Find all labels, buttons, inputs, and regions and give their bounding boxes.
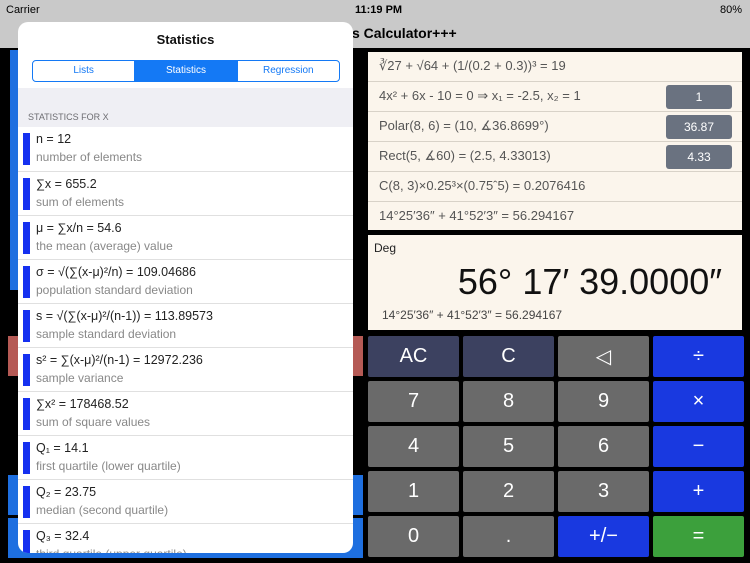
history-expression: C(8, 3)×0.25³×(0.75ˆ5) = 0.2076416	[379, 178, 586, 193]
key-button[interactable]: 8	[463, 381, 554, 422]
row-marker	[23, 133, 30, 165]
stat-description: sum of elements	[36, 195, 125, 209]
list-item[interactable]: Q₂ = 23.75 median (second quartile)	[18, 479, 353, 523]
stat-value: Q₂ = 23.75	[36, 485, 97, 499]
stat-description: number of elements	[36, 150, 143, 164]
list-item[interactable]: ∑x² = 178468.52 sum of square values	[18, 391, 353, 435]
stats-list[interactable]: n = 12 number of elements ∑x = 655.2 sum of…	[18, 127, 353, 553]
row-marker	[23, 222, 30, 254]
section-title: STATISTICS FOR X	[28, 112, 109, 122]
row-marker	[23, 530, 30, 553]
insert-result-button[interactable]: 1	[666, 85, 732, 109]
key-button[interactable]: 7	[368, 381, 459, 422]
stat-value: s² = ∑(x-μ)²/(n-1) = 12972.236	[36, 353, 203, 367]
history-row[interactable]: 14°25′36″ + 41°52′3″ = 56.294167	[368, 202, 742, 232]
list-item[interactable]: s = √(∑(x-μ)²/(n-1)) = 113.89573 sample s…	[18, 303, 353, 347]
tab-lists[interactable]: Lists	[33, 61, 136, 81]
key-button[interactable]: 2	[463, 471, 554, 512]
history-row[interactable]: C(8, 3)×0.25³×(0.75ˆ5) = 0.2076416	[368, 172, 742, 202]
key-button[interactable]: C	[463, 336, 554, 377]
list-item[interactable]: σ = √(∑(x-μ)²/n) = 109.04686 population s…	[18, 259, 353, 303]
key-button[interactable]: ÷	[653, 336, 744, 377]
key-button[interactable]: 0	[368, 516, 459, 557]
list-item[interactable]: ∑x = 655.2 sum of elements	[18, 171, 353, 215]
app-title: s Calculator+++	[352, 25, 457, 41]
row-marker	[23, 310, 30, 342]
stat-value: ∑x² = 178468.52	[36, 397, 129, 411]
angle-mode[interactable]: Deg	[374, 241, 396, 255]
key-button[interactable]: 3	[558, 471, 649, 512]
key-button[interactable]: +/−	[558, 516, 649, 557]
key-button[interactable]: 9	[558, 381, 649, 422]
key-button[interactable]: 5	[463, 426, 554, 467]
key-button[interactable]: ×	[653, 381, 744, 422]
history-expression: Rect(5, ∡60) = (2.5, 4.33013)	[379, 148, 551, 163]
stat-description: third quartile (upper quartile)	[36, 547, 187, 553]
result-value: 56° 17′ 39.0000″	[457, 261, 722, 302]
list-item[interactable]: s² = ∑(x-μ)²/(n-1) = 12972.236 sample var…	[18, 347, 353, 391]
stat-description: sample standard deviation	[36, 327, 177, 341]
stat-description: population standard deviation	[36, 283, 193, 297]
expression: 14°25′36″ + 41°52′3″ = 56.294167	[382, 308, 563, 322]
row-marker	[23, 266, 30, 298]
tab-statistics[interactable]: Statistics	[135, 61, 238, 81]
stat-description: sum of square values	[36, 415, 151, 429]
display: Deg 56° 17′ 39.0000″ 14°25′36″ + 41°52′3…	[368, 235, 742, 330]
key-button[interactable]: 1	[368, 471, 459, 512]
stat-value: ∑x = 655.2	[36, 177, 97, 191]
insert-result-button[interactable]: 4.33	[666, 145, 732, 169]
key-button[interactable]: 4	[368, 426, 459, 467]
key-button[interactable]: AC	[368, 336, 459, 377]
insert-result-button[interactable]: 36.87	[666, 115, 732, 139]
tab-regression[interactable]: Regression	[238, 61, 339, 81]
stat-value: n = 12	[36, 132, 72, 146]
stat-value: μ = ∑x/n = 54.6	[36, 221, 122, 235]
history-row[interactable]: Rect(5, ∡60) = (2.5, 4.33013) 4.33	[368, 142, 742, 172]
status-bar: Carrier 11:19 PM 80%	[0, 0, 750, 20]
stat-description: median (second quartile)	[36, 503, 169, 517]
stat-value: Q₃ = 32.4	[36, 529, 90, 543]
list-item[interactable]: n = 12 number of elements	[18, 127, 353, 171]
key-button[interactable]: .	[463, 516, 554, 557]
row-marker	[23, 442, 30, 474]
list-item[interactable]: μ = ∑x/n = 54.6 the mean (average) value	[18, 215, 353, 259]
stat-description: sample variance	[36, 371, 124, 385]
history-panel: ∛27 + √64 + (1/(0.2 + 0.3))³ = 19 4x² + 6…	[368, 52, 742, 230]
carrier: Carrier	[6, 4, 40, 16]
stat-value: σ = √(∑(x-μ)²/n) = 109.04686	[36, 265, 196, 279]
history-row[interactable]: ∛27 + √64 + (1/(0.2 + 0.3))³ = 19	[368, 52, 742, 82]
clock: 11:19 PM	[355, 4, 403, 16]
history-row[interactable]: Polar(8, 6) = (10, ∡36.8699°) 36.87	[368, 112, 742, 142]
list-item[interactable]: Q₁ = 14.1 first quartile (lower quartile)	[18, 435, 353, 479]
segmented-control: Lists Statistics Regression	[32, 60, 340, 82]
section-header: STATISTICS FOR X	[18, 88, 353, 127]
key-button[interactable]: +	[653, 471, 744, 512]
row-marker	[23, 354, 30, 386]
keypad: AC C ◁ ÷ 7 8 9 × 4 5 6− 1 2 3 +0. +/− =	[368, 336, 744, 557]
statistics-popover: Statistics Lists Statistics Regression STA…	[18, 22, 353, 553]
key-button[interactable]: ◁	[558, 336, 649, 377]
history-expression: 14°25′36″ + 41°52′3″ = 56.294167	[379, 208, 575, 223]
history-expression: Polar(8, 6) = (10, ∡36.8699°)	[379, 118, 549, 133]
stat-description: first quartile (lower quartile)	[36, 459, 181, 473]
history-expression: ∛27 + √64 + (1/(0.2 + 0.3))³ = 19	[379, 58, 566, 73]
stat-description: the mean (average) value	[36, 239, 173, 253]
battery: 80%	[719, 4, 742, 16]
key-button[interactable]: =	[653, 516, 744, 557]
key-button[interactable]: −	[653, 426, 744, 467]
list-item[interactable]: Q₃ = 32.4 third quartile (upper quartile)	[18, 523, 353, 553]
row-marker	[23, 398, 30, 430]
stat-value: Q₁ = 14.1	[36, 441, 89, 455]
history-expression: 4x² + 6x - 10 = 0 ⇒ x₁ = -2.5, x₂ = 1	[379, 88, 581, 103]
row-marker	[23, 178, 30, 210]
popover-title: Statistics	[156, 32, 215, 47]
key-button[interactable]: 6	[558, 426, 649, 467]
stat-value: s = √(∑(x-μ)²/(n-1)) = 113.89573	[36, 309, 213, 323]
history-row[interactable]: 4x² + 6x - 10 = 0 ⇒ x₁ = -2.5, x₂ = 1 1	[368, 82, 742, 112]
row-marker	[23, 486, 30, 518]
